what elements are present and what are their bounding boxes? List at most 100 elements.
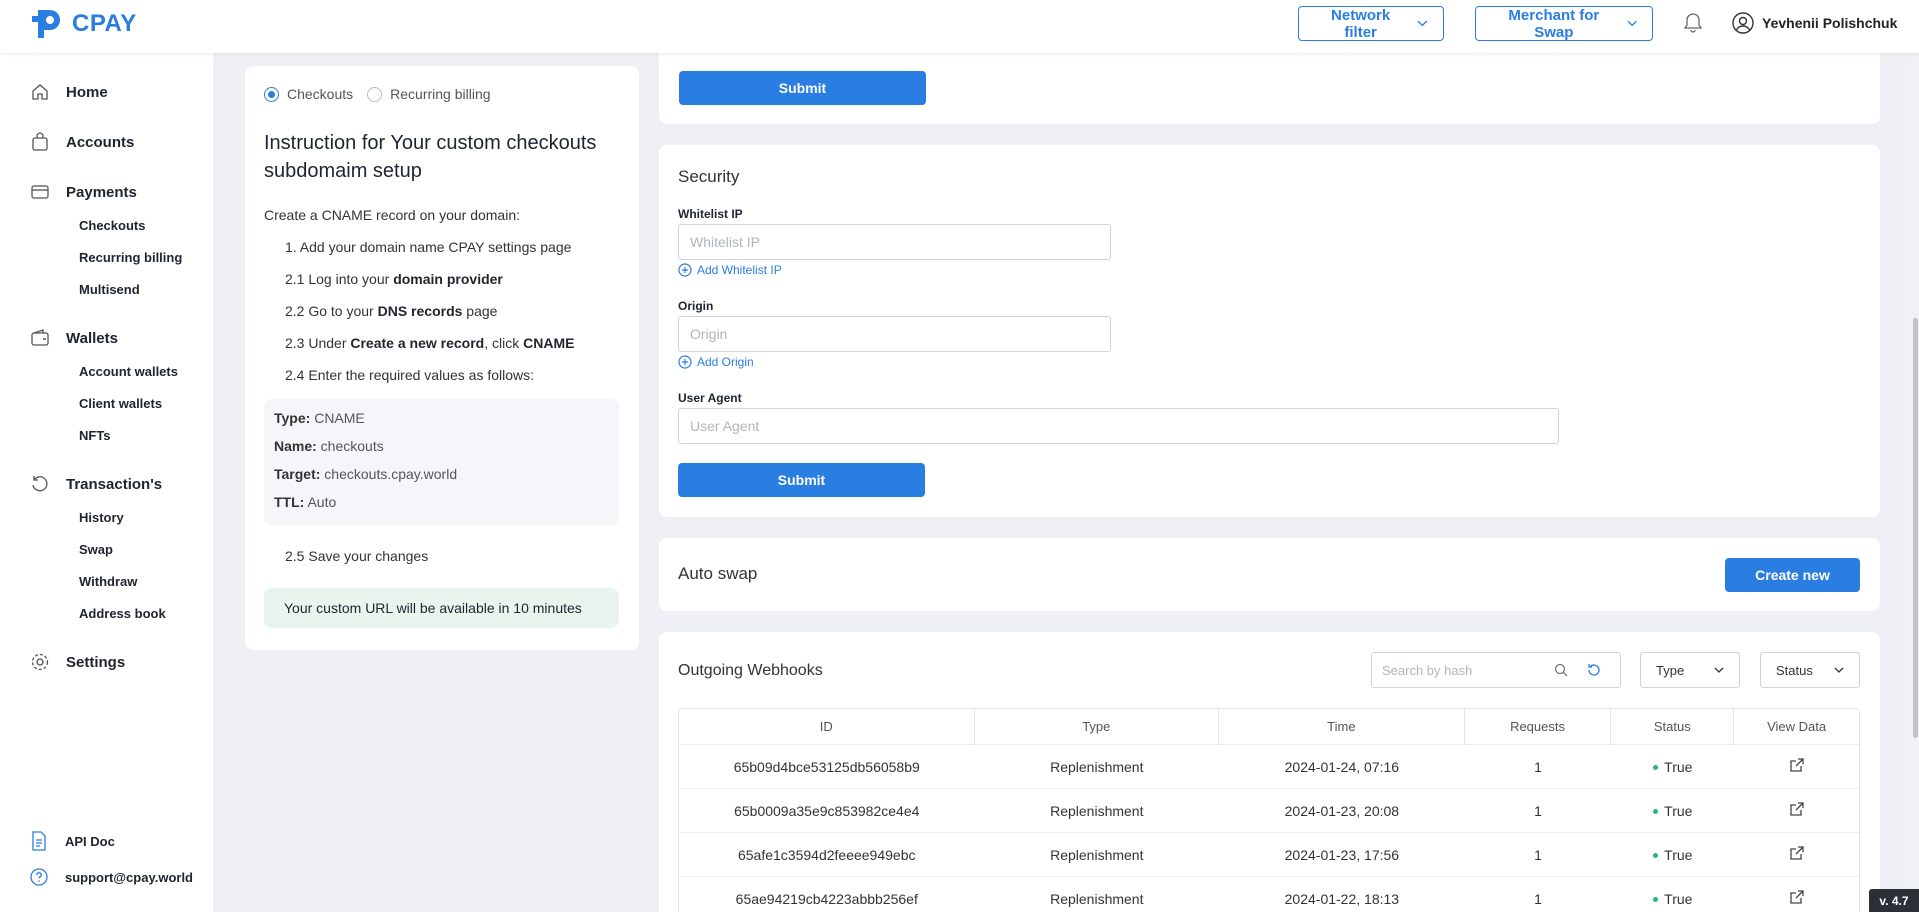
- top-settings-card: Submit: [659, 53, 1880, 124]
- sidebar-item-settings[interactable]: Settings: [30, 652, 125, 672]
- security-card: Security Whitelist IP Add Whitelist IP O…: [659, 145, 1880, 517]
- recurring-billing-radio-label[interactable]: Recurring billing: [390, 86, 490, 102]
- recurring-billing-radio[interactable]: [367, 86, 383, 102]
- cell-time: 2024-01-22, 18:13: [1284, 890, 1400, 907]
- external-link-icon[interactable]: [1789, 757, 1805, 773]
- cell-type: Replenishment: [1050, 802, 1144, 819]
- cell-id: 65afe1c3594d2feeee949ebc: [737, 846, 916, 863]
- cell-time: 2024-01-23, 20:08: [1284, 802, 1400, 819]
- sidebar-item-checkouts[interactable]: Checkouts: [79, 218, 145, 233]
- auto-swap-card: Auto swap Create new: [659, 538, 1880, 611]
- security-submit-button[interactable]: Submit: [678, 463, 925, 497]
- checkouts-radio-label[interactable]: Checkouts: [287, 86, 353, 102]
- sidebar-label: Transaction's: [66, 475, 163, 493]
- top-header: CPAY Network filter Merchant for Swap Ye…: [0, 0, 1919, 53]
- instructions-card: Checkouts Recurring billing Instruction …: [245, 66, 639, 650]
- table-row: 65b09d4bce53125db56058b9 Replenishment 2…: [679, 745, 1859, 789]
- webhooks-card: Outgoing Webhooks Type Status ID Type Ti…: [659, 632, 1880, 912]
- user-agent-input[interactable]: [678, 408, 1559, 444]
- webhooks-title: Outgoing Webhooks: [678, 662, 823, 679]
- status-dot: [1653, 897, 1659, 903]
- external-link-icon[interactable]: [1789, 845, 1805, 861]
- chevron-down-icon: [1714, 667, 1724, 673]
- auto-swap-title: Auto swap: [678, 564, 758, 583]
- sidebar: Home Accounts Payments Checkouts Recurri…: [0, 53, 213, 912]
- cell-requests: 1: [1534, 758, 1542, 775]
- sidebar-item-recurring-billing[interactable]: Recurring billing: [79, 250, 182, 265]
- cell-status: True: [1611, 803, 1734, 819]
- refresh-icon[interactable]: [1586, 662, 1602, 678]
- cell-id: 65b09d4bce53125db56058b9: [733, 758, 920, 775]
- network-filter-label: Network filter: [1331, 6, 1391, 41]
- column-header-id: ID: [679, 709, 975, 745]
- dns-record-box: Type: CNAME Name: checkouts Target: chec…: [264, 399, 619, 525]
- sidebar-item-client-wallets[interactable]: Client wallets: [79, 396, 162, 411]
- security-title: Security: [678, 167, 740, 186]
- sidebar-item-transactions[interactable]: Transaction's: [30, 474, 162, 494]
- merchant-for-swap-button[interactable]: Merchant for Swap: [1475, 6, 1653, 41]
- cell-status: True: [1611, 759, 1734, 775]
- card-icon: [31, 185, 49, 199]
- gear-icon: [31, 653, 49, 671]
- wallet-icon: [31, 329, 49, 346]
- type-filter-dropdown[interactable]: Type: [1640, 652, 1740, 688]
- column-header-view-data: View Data: [1767, 718, 1827, 734]
- network-filter-button[interactable]: Network filter: [1298, 6, 1444, 41]
- sidebar-item-wallets[interactable]: Wallets: [30, 328, 118, 348]
- sidebar-item-nfts[interactable]: NFTs: [79, 428, 111, 443]
- checkouts-radio[interactable]: [264, 86, 279, 102]
- instruction-step-2-4: 2.4 Enter the required values as follows…: [285, 367, 535, 383]
- user-agent-label: User Agent: [678, 391, 742, 405]
- sidebar-item-withdraw[interactable]: Withdraw: [79, 574, 137, 589]
- status-text: True: [1664, 802, 1693, 819]
- origin-label: Origin: [678, 299, 714, 313]
- support-label: support@cpay.world: [65, 869, 194, 885]
- search-by-hash: [1371, 652, 1621, 688]
- status-filter-dropdown[interactable]: Status: [1760, 652, 1860, 688]
- api-doc-link[interactable]: API Doc: [30, 831, 115, 851]
- chevron-down-icon: [1834, 667, 1844, 673]
- sidebar-item-multisend[interactable]: Multisend: [79, 282, 140, 297]
- page-scrollbar-thumb[interactable]: [1913, 318, 1918, 738]
- sidebar-item-history[interactable]: History: [79, 510, 124, 525]
- status-text: True: [1664, 890, 1693, 907]
- add-origin-button[interactable]: Add Origin: [678, 355, 754, 369]
- submit-button[interactable]: Submit: [679, 71, 926, 105]
- cell-view-data: [1734, 757, 1859, 776]
- cell-id: 65ae94219cb4223abbb256ef: [735, 890, 918, 907]
- cell-status: True: [1611, 847, 1734, 863]
- status-dot: [1653, 809, 1659, 815]
- instruction-step-2-1: 2.1 Log into your domain provider: [285, 271, 503, 287]
- plus-circle-icon: [678, 263, 692, 277]
- cell-type: Replenishment: [1050, 890, 1144, 907]
- cpay-logo[interactable]: CPAY: [30, 6, 137, 42]
- user-name: Yevhenii Polishchuk: [1762, 15, 1898, 31]
- cell-view-data: [1734, 801, 1859, 820]
- origin-input[interactable]: [678, 316, 1111, 352]
- support-link[interactable]: support@cpay.world: [30, 868, 193, 886]
- external-link-icon[interactable]: [1789, 889, 1805, 905]
- cell-view-data: [1734, 845, 1859, 864]
- sidebar-item-accounts[interactable]: Accounts: [30, 132, 134, 152]
- sidebar-item-account-wallets[interactable]: Account wallets: [79, 364, 178, 379]
- sidebar-label: Settings: [66, 653, 126, 671]
- whitelist-ip-input[interactable]: [678, 224, 1111, 260]
- whitelist-ip-label: Whitelist IP: [678, 207, 743, 221]
- user-menu[interactable]: Yevhenii Polishchuk: [1732, 12, 1897, 34]
- bell-icon[interactable]: [1683, 12, 1703, 34]
- search-input[interactable]: [1372, 653, 1552, 687]
- add-whitelist-ip-button[interactable]: Add Whitelist IP: [678, 263, 782, 277]
- create-new-button[interactable]: Create new: [1725, 558, 1860, 592]
- logo-text: CPAY: [72, 10, 137, 37]
- sidebar-item-payments[interactable]: Payments: [30, 182, 137, 202]
- sidebar-item-address-book[interactable]: Address book: [79, 606, 166, 621]
- sidebar-item-home[interactable]: Home: [30, 82, 108, 102]
- record-type: Type: CNAME: [274, 410, 365, 426]
- search-icon[interactable]: [1554, 663, 1568, 677]
- sidebar-item-swap[interactable]: Swap: [79, 542, 113, 557]
- cell-requests: 1: [1534, 802, 1542, 819]
- external-link-icon[interactable]: [1789, 801, 1805, 817]
- history-icon: [32, 476, 48, 492]
- table-row: 65ae94219cb4223abbb256ef Replenishment 2…: [679, 877, 1859, 912]
- chevron-down-icon: [1417, 20, 1428, 27]
